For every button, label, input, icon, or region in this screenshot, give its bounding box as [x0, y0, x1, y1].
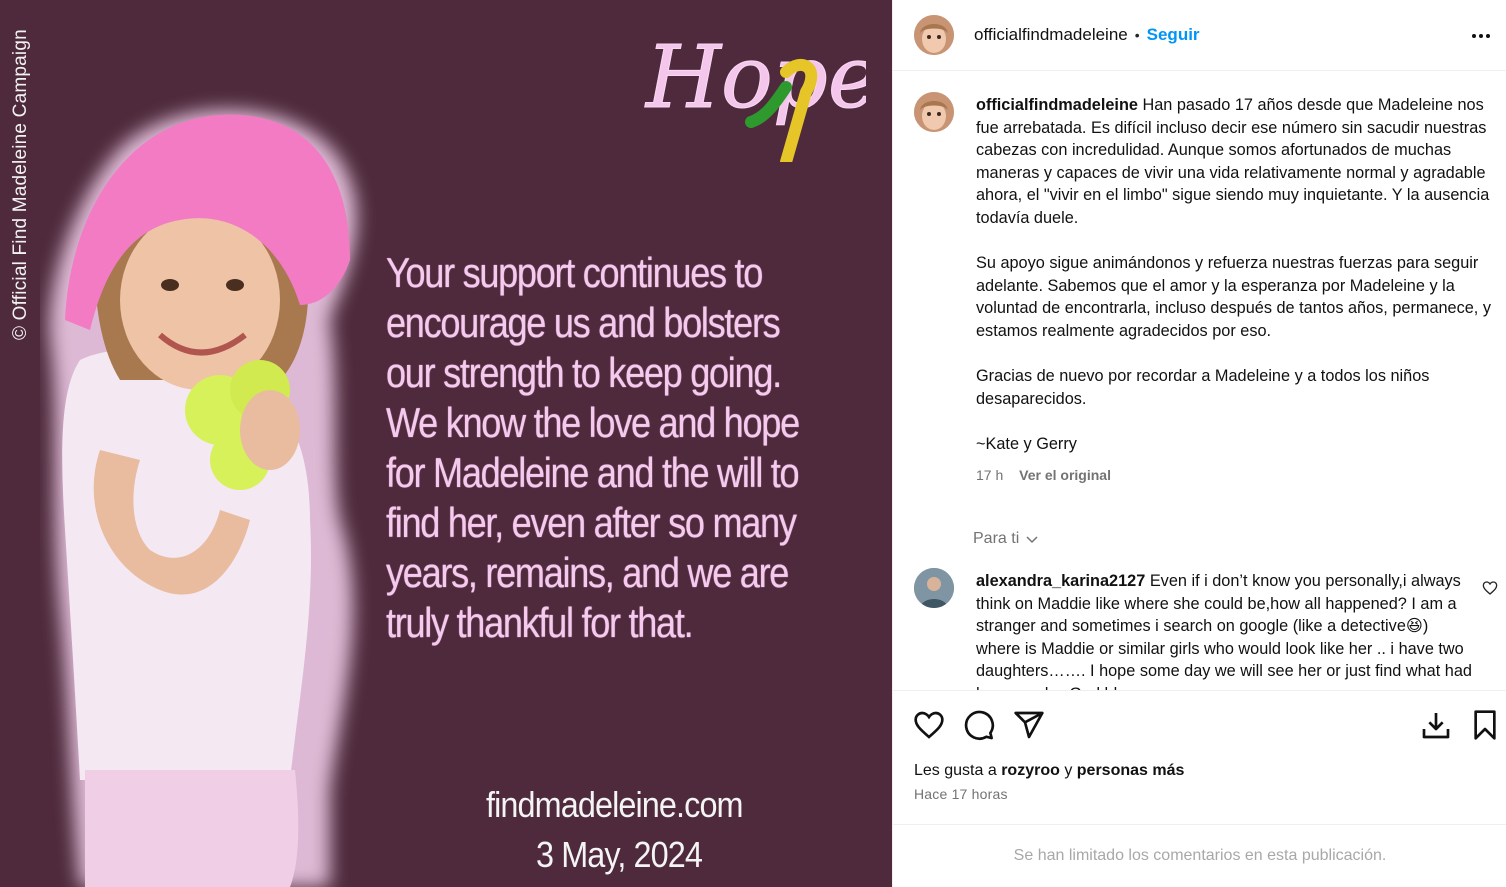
- avatar[interactable]: [914, 92, 954, 132]
- support-message: Your support continues to encourage us a…: [386, 249, 800, 646]
- bookmark-icon[interactable]: [1469, 709, 1501, 741]
- caption-paragraph-1: Han pasado 17 años desde que Madeleine n…: [976, 96, 1490, 227]
- comment-text: alexandra_karina2127 Even if i don’t kno…: [976, 570, 1476, 690]
- caption-signature: ~Kate y Gerry: [976, 434, 1077, 453]
- post-timestamp[interactable]: Hace 17 horas: [914, 786, 1008, 802]
- post-sidebar: officialfindmadeleine • Seguir officialf…: [892, 0, 1506, 887]
- comments-area[interactable]: officialfindmadeleine Han pasado 17 años…: [893, 72, 1506, 690]
- share-icon[interactable]: [1013, 709, 1045, 741]
- post-header: officialfindmadeleine • Seguir: [893, 0, 1506, 71]
- like-comment-icon[interactable]: [1482, 580, 1498, 596]
- see-original-link[interactable]: Ver el original: [1019, 467, 1111, 483]
- chevron-down-icon: [1026, 536, 1038, 544]
- caption-paragraph-2: Su apoyo sigue animándonos y refuerza nu…: [976, 254, 1491, 340]
- caption-paragraph-3: Gracias de nuevo por recordar a Madelein…: [976, 367, 1430, 408]
- comments-limited-notice: Se han limitado los comentarios en esta …: [893, 824, 1506, 887]
- for-you-dropdown[interactable]: Para ti: [973, 530, 1039, 548]
- date-text: 3 May, 2024: [536, 834, 703, 875]
- comment-username[interactable]: alexandra_karina2127: [976, 572, 1145, 590]
- for-you-label: Para ti: [973, 530, 1020, 547]
- separator-dot: •: [1134, 27, 1140, 43]
- likes-prefix: Les gusta a: [914, 762, 997, 779]
- post-image[interactable]: © Official Find Madeleine Campaign Hope …: [0, 0, 892, 887]
- download-icon[interactable]: [1420, 709, 1452, 741]
- caption-meta: 17 h Ver el original: [976, 464, 1492, 487]
- likes-others[interactable]: personas más: [1077, 762, 1185, 779]
- heart-icon[interactable]: [913, 709, 945, 741]
- more-options-icon[interactable]: [1469, 24, 1493, 48]
- avatar[interactable]: [914, 15, 954, 55]
- caption-time: 17 h: [976, 466, 1004, 483]
- child-photo: [40, 90, 380, 887]
- website-text: findmadeleine.com: [486, 784, 744, 825]
- caption-paragraph: officialfindmadeleine Han pasado 17 años…: [976, 94, 1492, 230]
- comment-icon[interactable]: [963, 709, 995, 741]
- caption-username[interactable]: officialfindmadeleine: [976, 96, 1138, 114]
- likes-joiner: y: [1064, 762, 1073, 779]
- liked-by-user[interactable]: rozyroo: [1001, 762, 1060, 779]
- avatar[interactable]: [914, 568, 954, 608]
- likes-summary: Les gusta a rozyroo y personas más: [914, 762, 1184, 780]
- copyright-text: © Official Find Madeleine Campaign: [10, 29, 31, 340]
- follow-button[interactable]: Seguir: [1147, 25, 1200, 45]
- svg-text:Hope: Hope: [644, 28, 866, 128]
- action-bar: [893, 690, 1506, 758]
- header-username[interactable]: officialfindmadeleine: [974, 25, 1128, 45]
- hope-logo: Hope: [636, 12, 879, 168]
- caption-text: officialfindmadeleine Han pasado 17 años…: [976, 94, 1492, 486]
